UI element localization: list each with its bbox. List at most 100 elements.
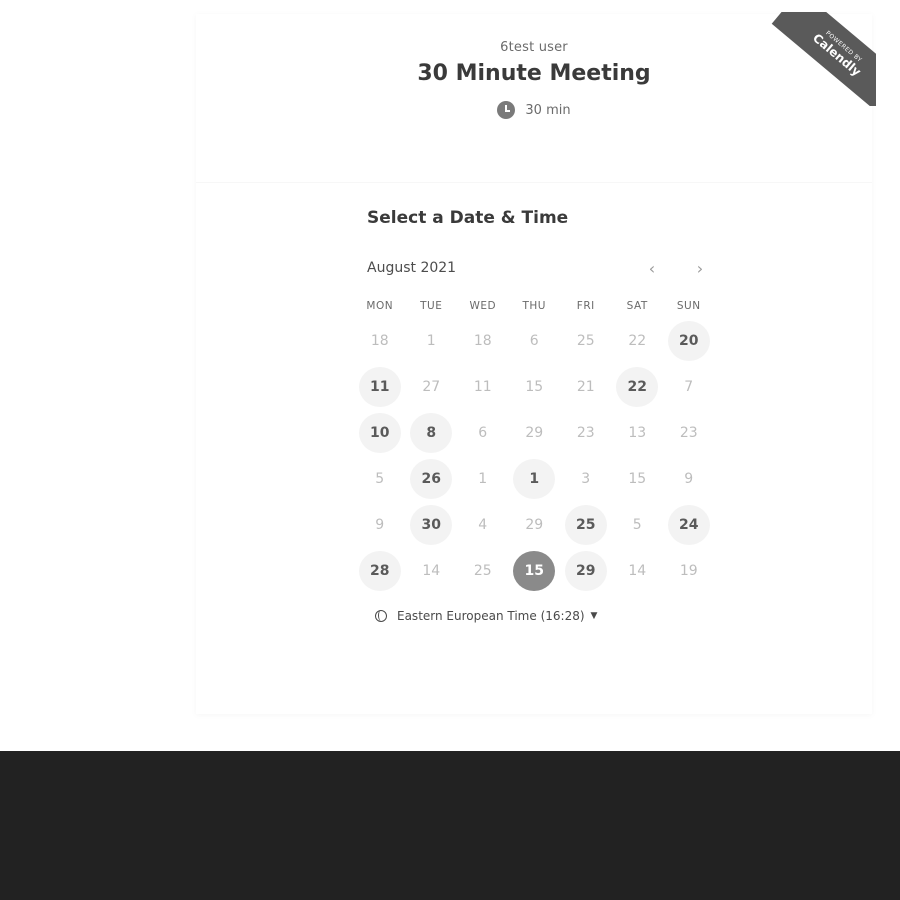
calendar-day-number: 29	[525, 517, 544, 533]
calendar-day-number: 23	[576, 425, 595, 441]
calendar-day: 5	[354, 456, 406, 502]
calendar-day: 21	[560, 364, 612, 410]
calendar-day-number: 10	[358, 413, 401, 453]
calendar-day-number: 7	[684, 379, 694, 395]
calendar-day-number: 8	[410, 413, 453, 453]
calendar-day-number: 15	[525, 379, 544, 395]
weekday-label: TUE	[420, 300, 443, 312]
calendar-day[interactable]: 8	[406, 410, 458, 456]
calendar-day-number: 19	[679, 563, 698, 579]
calendar-day: 25	[560, 318, 612, 364]
calendar-day-number: 14	[628, 563, 647, 579]
duration-row: 30 min	[196, 101, 872, 119]
calendar-day-number: 14	[422, 563, 441, 579]
calendar-day: 23	[663, 410, 715, 456]
calendar-day-number: 25	[473, 563, 492, 579]
calendar-day: 19	[663, 548, 715, 594]
calendar-day-number: 11	[473, 379, 492, 395]
calendar-day-number: 1	[426, 333, 436, 349]
calendar-day[interactable]: 22	[612, 364, 664, 410]
calendar-day-number: 15	[628, 471, 647, 487]
header-divider	[196, 182, 872, 183]
host-name: 6test user	[500, 40, 568, 55]
calendar-day-number: 20	[667, 321, 710, 361]
calendar-day: 29	[509, 410, 561, 456]
event-title: 30 Minute Meeting	[417, 61, 651, 86]
calendar-day: 1	[406, 318, 458, 364]
calendar-day[interactable]: 29	[560, 548, 612, 594]
calendar-day: 6	[509, 318, 561, 364]
calendar-day: 25	[457, 548, 509, 594]
calendar-day: 9	[354, 502, 406, 548]
calendar-day: 4	[457, 502, 509, 548]
calendar-day: 29	[509, 502, 561, 548]
calendar-day-number: 18	[473, 333, 492, 349]
calendar-day: 15	[612, 456, 664, 502]
weekday-label: MON	[366, 300, 394, 312]
calendar-day-number: 26	[410, 459, 453, 499]
calendar-day[interactable]: 25	[560, 502, 612, 548]
calendar-day-number: 22	[616, 367, 659, 407]
timezone-selector[interactable]: Eastern European Time (16:28) ▼	[375, 609, 597, 623]
calendar-day-number: 21	[576, 379, 595, 395]
caret-down-icon: ▼	[590, 611, 598, 621]
calendar-day-number: 1	[513, 459, 556, 499]
calendar-day[interactable]: 30	[406, 502, 458, 548]
calendar-day-number: 6	[529, 333, 539, 349]
calendar-day: 3	[560, 456, 612, 502]
calendar-day: 7	[663, 364, 715, 410]
calendar-day: 27	[406, 364, 458, 410]
calendar-day-number: 5	[375, 471, 385, 487]
section-title: Select a Date & Time	[367, 208, 569, 228]
calendar-day: 11	[457, 364, 509, 410]
calendar-day: 9	[663, 456, 715, 502]
calendar-day[interactable]: 28	[354, 548, 406, 594]
calendar-day-number: 5	[632, 517, 642, 533]
chevron-right-icon: ›	[696, 258, 704, 278]
weekday-header: MON TUE WED THU FRI SAT SUN	[354, 300, 714, 312]
calendar-day-number: 29	[525, 425, 544, 441]
weekday-label: SUN	[676, 300, 701, 312]
calendar-day: 6	[457, 410, 509, 456]
timezone-label: Eastern European Time (16:28)	[397, 609, 585, 623]
calendar-day: 13	[612, 410, 664, 456]
calendar-day-number: 22	[628, 333, 647, 349]
weekday-label: THU	[522, 300, 546, 312]
calendar-day-number: 23	[679, 425, 698, 441]
calendar-day-number: 9	[684, 471, 694, 487]
calendar-day[interactable]: 20	[663, 318, 715, 364]
globe-icon	[375, 610, 387, 622]
calendar-day-number: 3	[581, 471, 591, 487]
calendar-day: 18	[354, 318, 406, 364]
chevron-left-icon: ‹	[648, 258, 656, 278]
month-navigation: August 2021 ‹ ›	[367, 256, 712, 280]
calendar-day[interactable]: 10	[354, 410, 406, 456]
calendar-day-number: 29	[564, 551, 607, 591]
calendar-day-number: 24	[667, 505, 710, 545]
calendar-day-selected[interactable]: 15	[509, 548, 561, 594]
calendar-day[interactable]: 24	[663, 502, 715, 548]
calendar-grid: 18 1 18 6 25 22 20 11 27 11 15 21 22 7 10 8 6 29 23 13 23 5 26…	[354, 318, 714, 594]
event-header: 6test user 30 Minute Meeting 30 min	[196, 40, 872, 119]
next-month-button[interactable]: ›	[688, 256, 712, 280]
weekday-label: SAT	[626, 300, 648, 312]
calendar-day[interactable]: 26	[406, 456, 458, 502]
calendar-day-number: 25	[564, 505, 607, 545]
calendar-day: 22	[612, 318, 664, 364]
previous-month-button[interactable]: ‹	[640, 256, 664, 280]
calendar-day-number: 18	[370, 333, 389, 349]
clock-icon	[497, 101, 516, 119]
calendar-day-number: 15	[513, 551, 556, 591]
calendar-day-number: 13	[628, 425, 647, 441]
calendar-day-number: 4	[478, 517, 488, 533]
calendar-day-number: 6	[478, 425, 488, 441]
calendar-day: 1	[457, 456, 509, 502]
calendar-day: 14	[612, 548, 664, 594]
calendar-day-number: 25	[576, 333, 595, 349]
weekday-label: FRI	[576, 300, 595, 312]
calendar-day-number: 30	[410, 505, 453, 545]
calendar-day[interactable]: 11	[354, 364, 406, 410]
calendar-day[interactable]: 1	[509, 456, 561, 502]
calendar-day: 5	[612, 502, 664, 548]
calendar-day-number: 9	[375, 517, 385, 533]
